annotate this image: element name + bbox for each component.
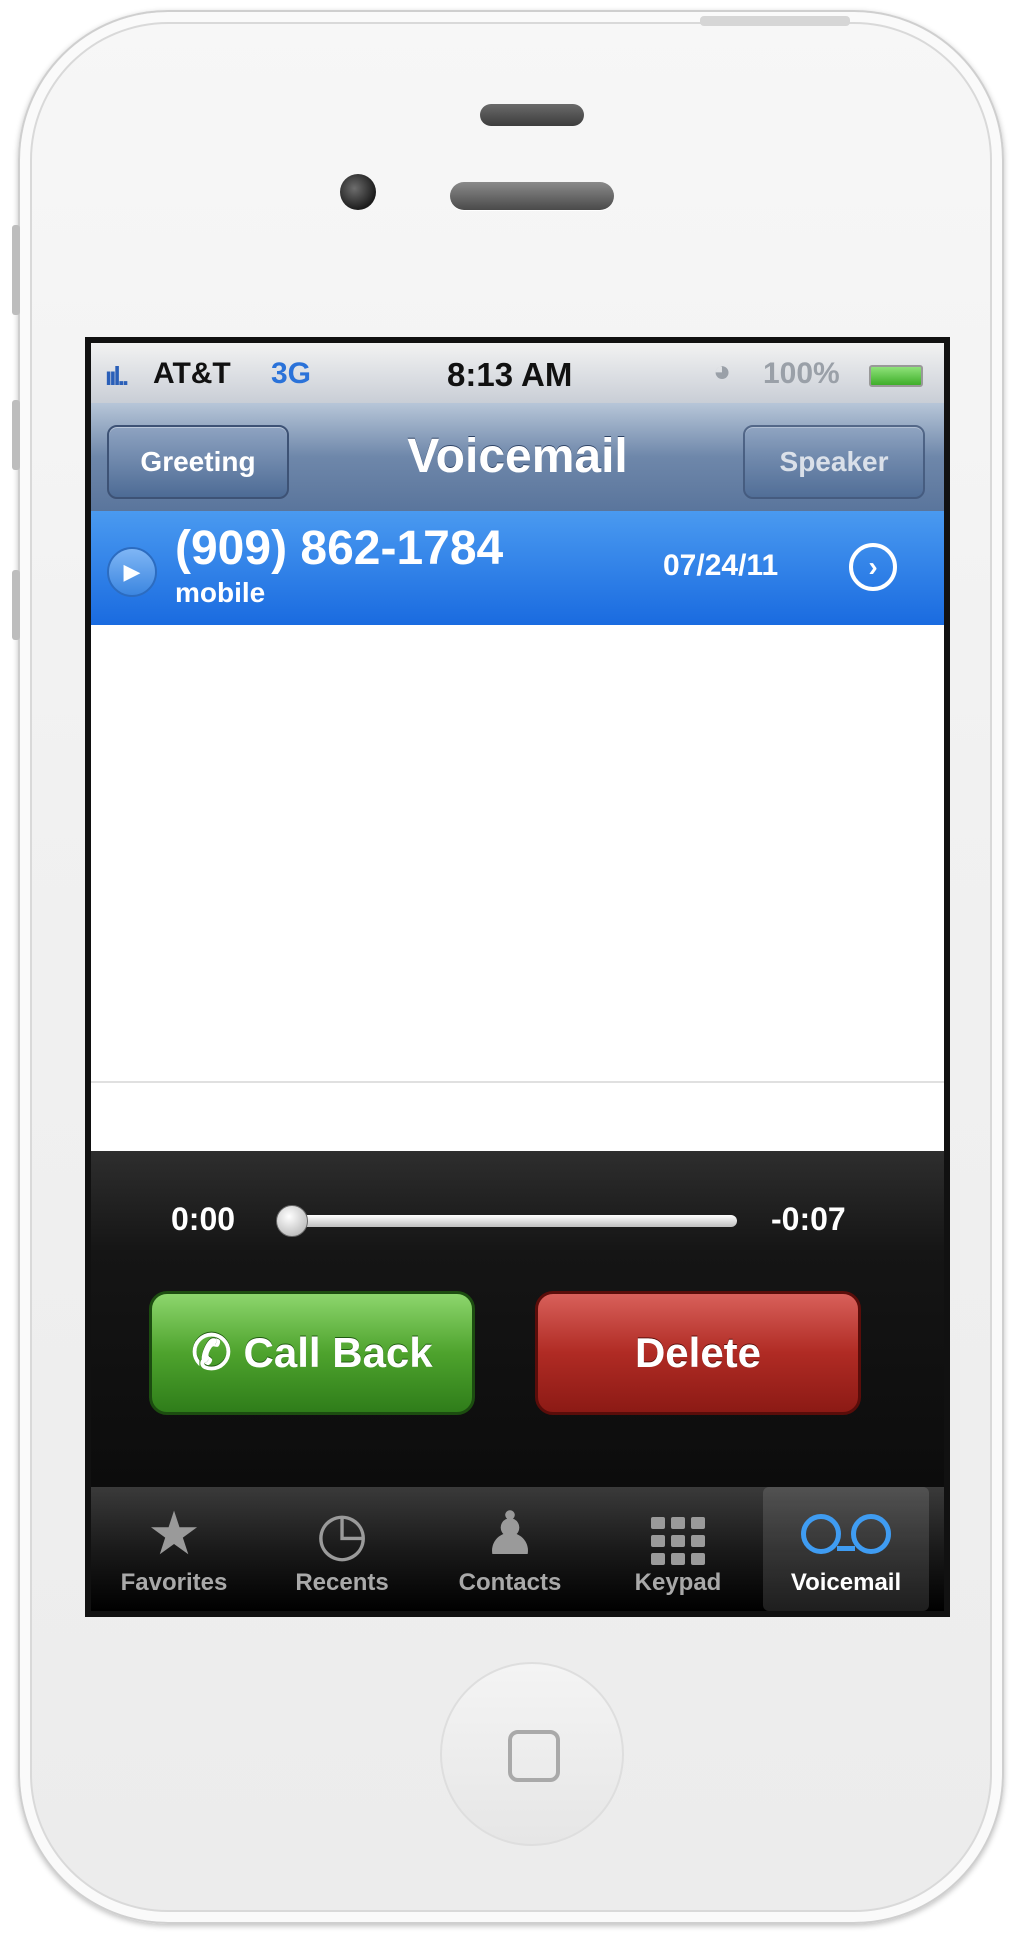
phone-screen: ııl.. AT&T 3G 8:13 AM ◕ 100% Greeting Vo… — [85, 337, 950, 1617]
scrubber-track[interactable] — [287, 1215, 737, 1227]
front-camera — [340, 174, 376, 210]
clock-icon: ◷ — [315, 1500, 369, 1567]
tab-contacts[interactable]: ♟ Contacts — [427, 1487, 593, 1611]
voicemail-list: ▶ (909) 862-1784 mobile 07/24/11 › — [91, 511, 944, 1151]
person-icon: ♟ — [483, 1500, 537, 1567]
network-type: 3G — [271, 357, 312, 390]
voicemail-player: 0:00 -0:07 ✆ Call Back Delete — [91, 1151, 944, 1487]
phone-handset-icon: ✆ — [191, 1327, 232, 1380]
voicemail-date: 07/24/11 — [663, 549, 779, 582]
signal-strength-icon: ııl.. — [105, 361, 129, 391]
list-item — [91, 625, 944, 741]
earpiece-speaker — [450, 182, 614, 210]
call-back-label: Call Back — [243, 1329, 433, 1376]
battery-icon — [869, 365, 923, 387]
list-item — [91, 739, 944, 855]
star-icon: ★ — [147, 1500, 201, 1567]
sleep-wake-button — [700, 16, 850, 26]
tab-keypad[interactable]: Keypad — [595, 1487, 761, 1611]
play-icon[interactable]: ▶ — [107, 547, 157, 597]
tab-favorites[interactable]: ★ Favorites — [91, 1487, 257, 1611]
call-back-button[interactable]: ✆ Call Back — [149, 1291, 475, 1415]
tab-voicemail[interactable]: Voicemail — [763, 1487, 929, 1611]
voicemail-icon — [763, 1499, 929, 1569]
home-square-icon — [508, 1730, 560, 1782]
keypad-icon — [595, 1499, 761, 1569]
navigation-bar: Greeting Voicemail Speaker — [91, 403, 944, 512]
delete-button[interactable]: Delete — [535, 1291, 861, 1415]
caller-label: mobile — [175, 577, 266, 608]
battery-percent: 100% — [763, 357, 840, 390]
detail-disclosure-icon[interactable]: › — [849, 543, 897, 591]
tab-recents[interactable]: ◷ Recents — [259, 1487, 425, 1611]
voicemail-row-selected[interactable]: ▶ (909) 862-1784 mobile 07/24/11 › — [91, 511, 944, 625]
volume-down-button — [12, 570, 20, 640]
status-time: 8:13 AM — [447, 356, 573, 393]
elapsed-time: 0:00 — [171, 1201, 236, 1237]
status-bar: ııl.. AT&T 3G 8:13 AM ◕ 100% — [91, 343, 944, 403]
scrubber-knob[interactable] — [276, 1205, 309, 1237]
volume-up-button — [12, 400, 20, 470]
list-item — [91, 853, 944, 969]
mute-switch — [12, 225, 20, 315]
speaker-button[interactable]: Speaker — [743, 425, 925, 499]
caller-number: (909) 862-1784 — [175, 522, 504, 575]
list-item — [91, 967, 944, 1083]
tab-bar: ★ Favorites ◷ Recents ♟ Contacts Keypad … — [91, 1487, 944, 1611]
rotation-lock-icon: ◕ — [713, 355, 732, 388]
home-button[interactable] — [440, 1662, 624, 1846]
carrier-name: AT&T — [153, 357, 231, 390]
earpiece-slot — [480, 104, 584, 126]
remaining-time: -0:07 — [771, 1201, 846, 1237]
